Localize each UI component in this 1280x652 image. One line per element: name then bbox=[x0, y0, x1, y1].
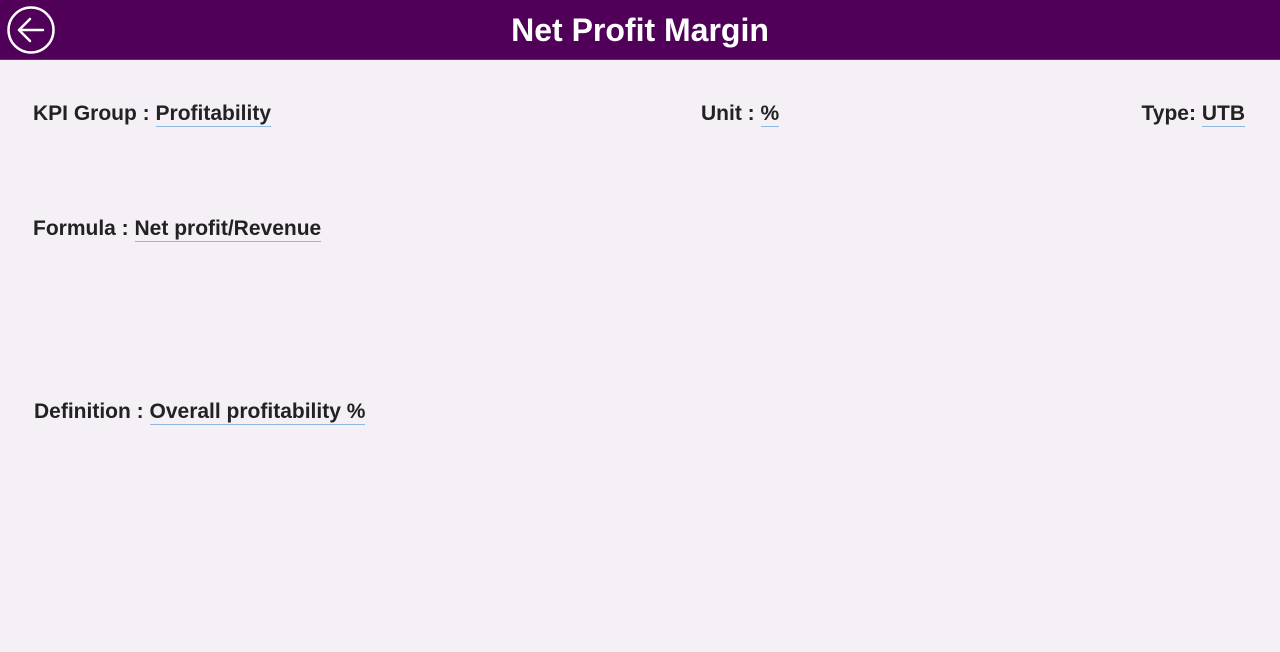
unit-value: % bbox=[760, 102, 780, 127]
type-value: UTB bbox=[1201, 102, 1245, 127]
unit-field: Unit : % bbox=[701, 100, 780, 128]
page-title: Net Profit Margin bbox=[511, 12, 769, 48]
definition-value: Overall profitability % bbox=[149, 400, 366, 425]
header-bar: Net Profit Margin bbox=[0, 0, 1280, 60]
formula-field: Formula : Net profit/Revenue bbox=[33, 215, 322, 243]
kpi-group-label: KPI Group : bbox=[33, 102, 150, 125]
kpi-group-field: KPI Group : Profitability bbox=[33, 100, 272, 128]
kpi-group-value: Profitability bbox=[155, 102, 272, 127]
type-label: Type: bbox=[1141, 102, 1196, 125]
type-field: Type: UTB bbox=[1142, 100, 1245, 128]
formula-value: Net profit/Revenue bbox=[134, 217, 322, 242]
formula-label: Formula : bbox=[33, 217, 129, 240]
definition-label: Definition : bbox=[34, 400, 144, 423]
definition-field: Definition : Overall profitability % bbox=[34, 398, 366, 426]
unit-label: Unit : bbox=[701, 102, 755, 125]
